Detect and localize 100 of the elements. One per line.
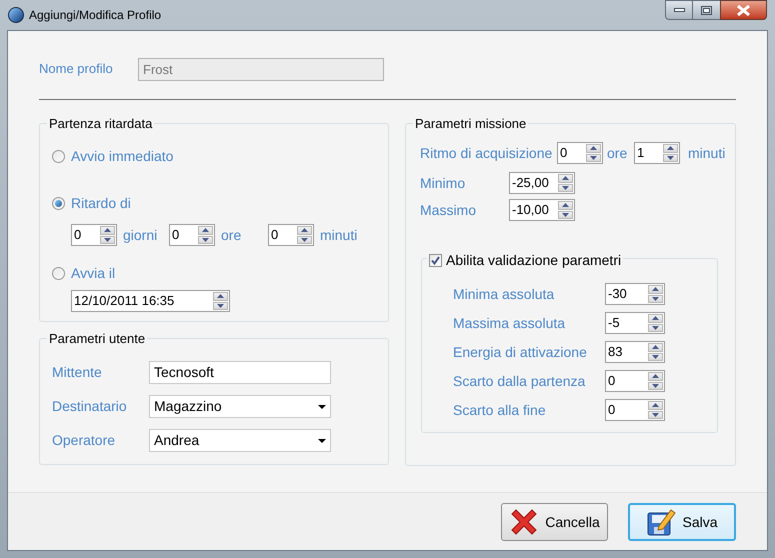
up-triangle-icon (301, 228, 308, 232)
spin-field[interactable]: 1 (634, 142, 680, 164)
checkbox-label: Abilita validazione parametri (446, 251, 622, 270)
dropdown-arrow-icon (318, 404, 326, 408)
date-time-field[interactable]: 12/10/2011 16:35 (71, 290, 230, 312)
spin-down-button[interactable] (648, 352, 663, 361)
field-label: Ritmo di acquisizione (420, 144, 554, 163)
spin-down-button[interactable] (100, 236, 115, 244)
spin-down-button[interactable] (648, 382, 663, 390)
text-field[interactable]: Tecnosoft (149, 361, 331, 384)
spin-up-button[interactable] (558, 201, 573, 210)
spin-field[interactable]: -5 (605, 312, 665, 334)
spin-up-button[interactable] (198, 226, 213, 234)
spin-up-button[interactable] (558, 174, 573, 182)
unit-label: ore (606, 144, 628, 162)
app-icon (8, 7, 24, 23)
up-triangle-icon (652, 403, 659, 408)
spin-up-button[interactable] (663, 144, 678, 152)
field-label: Operatore (52, 431, 116, 450)
group-title: Parametri utente (47, 331, 148, 346)
dropdown-arrow-icon (318, 438, 326, 442)
down-triangle-icon (652, 296, 659, 301)
down-triangle-icon (652, 354, 659, 359)
down-triangle-icon (217, 304, 224, 308)
spin-field[interactable]: -30 (605, 283, 665, 305)
spin-down-button[interactable] (558, 184, 573, 192)
spin-field[interactable]: 0 (169, 224, 215, 246)
dropdown-field[interactable]: Magazzino (149, 395, 331, 418)
spin-down-button[interactable] (586, 154, 601, 162)
up-triangle-icon (562, 176, 569, 180)
spin-field[interactable]: 0 (557, 142, 603, 164)
down-triangle-icon (590, 156, 597, 160)
up-triangle-icon (217, 294, 224, 298)
spin-down-button[interactable] (297, 236, 312, 244)
radio-button[interactable] (52, 266, 65, 280)
field-label: Massima assoluta (453, 314, 566, 332)
field-label: Scarto dalla partenza (453, 372, 586, 391)
save-button[interactable]: Salva (628, 503, 736, 541)
field-label: Minimo (420, 174, 466, 192)
spin-up-button[interactable] (297, 226, 312, 234)
spin-up-button[interactable] (648, 314, 663, 322)
cancel-button[interactable]: Cancella (501, 503, 608, 541)
radio-label: Avvio immediato (71, 146, 174, 166)
spin-field[interactable]: 0 (71, 224, 117, 246)
spin-down-button[interactable] (648, 410, 663, 419)
spin-down-button[interactable] (648, 294, 663, 303)
field-label: Energia di attivazione (453, 342, 588, 362)
spin-up-button[interactable] (648, 285, 663, 294)
unit-label: minuti (687, 144, 726, 162)
spin-field[interactable]: 0 (605, 399, 665, 421)
up-triangle-icon (652, 345, 659, 350)
up-triangle-icon (562, 203, 569, 208)
checkbox[interactable] (429, 254, 442, 267)
spin-field[interactable]: -25,00 (509, 172, 575, 194)
radio-label: Ritardo di (71, 194, 131, 212)
down-triangle-icon (104, 238, 111, 242)
radio-button[interactable] (52, 150, 65, 162)
floppy-pencil-icon (646, 507, 676, 537)
spin-up-button[interactable] (648, 401, 663, 410)
radio-button[interactable] (52, 196, 65, 210)
maximize-icon (701, 6, 712, 14)
unit-label: ore (220, 226, 242, 244)
spin-up-button[interactable] (213, 292, 228, 300)
unit-label: minuti (319, 226, 358, 244)
minimize-button[interactable] (665, 0, 693, 20)
group-title: Parametri missione (413, 116, 528, 131)
down-triangle-icon (202, 238, 209, 242)
group-title: Partenza ritardata (47, 116, 154, 131)
up-triangle-icon (104, 228, 111, 232)
spin-field[interactable]: -10,00 (509, 199, 575, 221)
close-button[interactable] (720, 0, 767, 20)
up-triangle-icon (652, 287, 659, 292)
spin-down-button[interactable] (663, 154, 678, 162)
field-label: Minima assoluta (453, 284, 556, 304)
spin-down-button[interactable] (648, 324, 663, 332)
up-triangle-icon (202, 228, 209, 232)
close-icon (737, 4, 750, 16)
spin-up-button[interactable] (648, 343, 663, 352)
spin-field[interactable]: 83 (605, 341, 665, 363)
up-triangle-icon (652, 374, 659, 378)
up-triangle-icon (590, 146, 597, 150)
spin-field[interactable]: 0 (605, 370, 665, 392)
spin-up-button[interactable] (100, 226, 115, 234)
down-triangle-icon (652, 326, 659, 330)
field-label: Nome profilo (39, 60, 114, 78)
maximize-button[interactable] (693, 0, 720, 20)
down-triangle-icon (301, 238, 308, 242)
spin-up-button[interactable] (648, 372, 663, 380)
up-triangle-icon (652, 316, 659, 320)
cross-icon (509, 507, 540, 537)
minimize-icon (674, 8, 684, 12)
window-title: Aggiungi/Modifica Profilo (29, 7, 162, 24)
spin-down-button[interactable] (213, 302, 228, 310)
spin-field[interactable]: 0 (268, 224, 314, 246)
field-label: Destinatario (52, 397, 128, 416)
spin-down-button[interactable] (198, 236, 213, 244)
down-triangle-icon (652, 412, 659, 417)
dropdown-field[interactable]: Andrea (149, 429, 331, 452)
spin-down-button[interactable] (558, 210, 573, 219)
spin-up-button[interactable] (586, 144, 601, 152)
